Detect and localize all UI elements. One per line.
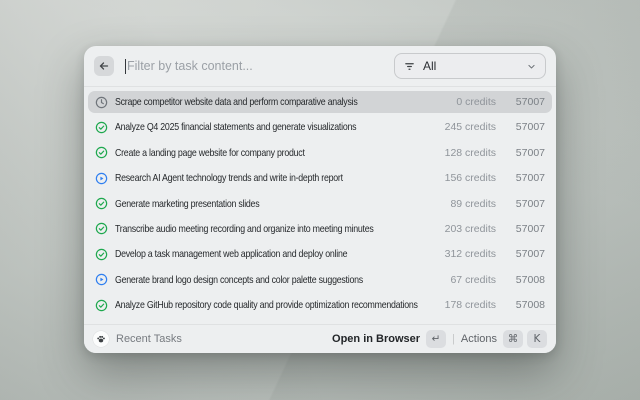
footer-actions: Open in Browser ↵ | Actions ⌘ K: [332, 330, 547, 348]
task-title: Generate brand logo design concepts and …: [115, 274, 443, 286]
search-input[interactable]: Filter by task content...: [122, 59, 386, 74]
check-circle-icon: [95, 146, 108, 159]
task-row[interactable]: Transcribe audio meeting recording and o…: [88, 218, 552, 240]
task-row[interactable]: Research AI Agent technology trends and …: [88, 167, 552, 189]
filter-icon: [404, 61, 415, 72]
task-id: 57007: [513, 223, 545, 235]
task-id: 57008: [513, 274, 545, 286]
filter-dropdown-value: All: [423, 59, 436, 73]
footer-context-label: Recent Tasks: [116, 333, 182, 345]
footer-divider: |: [452, 333, 455, 345]
task-credits: 156 credits: [445, 172, 496, 184]
paw-logo-icon: [96, 334, 106, 344]
task-credits: 128 credits: [445, 147, 496, 159]
task-credits: 178 credits: [445, 299, 496, 311]
task-id: 57007: [513, 121, 545, 133]
k-keycap: K: [527, 330, 547, 348]
task-title: Develop a task management web applicatio…: [115, 248, 438, 260]
task-row[interactable]: Analyze Q4 2025 financial statements and…: [88, 116, 552, 138]
task-credits: 89 credits: [450, 198, 496, 210]
task-title: Generate marketing presentation slides: [115, 198, 443, 210]
actions-button[interactable]: Actions ⌘ K: [461, 330, 547, 348]
chevron-down-icon: [527, 62, 536, 71]
task-id: 57008: [513, 299, 545, 311]
task-title: Scrape competitor website data and perfo…: [115, 96, 449, 108]
enter-keycap: ↵: [426, 330, 446, 348]
play-circle-icon: [95, 172, 108, 185]
app-logo-chip: [93, 331, 109, 347]
command-palette-window: Filter by task content... All Scrape com…: [84, 46, 556, 353]
task-credits: 245 credits: [445, 121, 496, 133]
task-credits: 312 credits: [445, 248, 496, 260]
actions-label: Actions: [461, 333, 497, 345]
check-circle-icon: [95, 248, 108, 261]
task-row[interactable]: Create a landing page website for compan…: [88, 142, 552, 164]
task-row[interactable]: Scrape competitor website data and perfo…: [88, 91, 552, 113]
task-title: Research AI Agent technology trends and …: [115, 172, 438, 184]
back-button[interactable]: [94, 56, 114, 76]
check-circle-icon: [95, 222, 108, 235]
task-id: 57007: [513, 172, 545, 184]
header: Filter by task content... All: [84, 46, 556, 87]
check-circle-icon: [95, 299, 108, 312]
task-title: Analyze GitHub repository code quality a…: [115, 299, 438, 311]
footer: Recent Tasks Open in Browser ↵ | Actions…: [84, 324, 556, 353]
filter-dropdown[interactable]: All: [394, 53, 546, 79]
cmd-keycap: ⌘: [503, 330, 523, 348]
open-in-browser-label: Open in Browser: [332, 333, 420, 345]
check-circle-icon: [95, 121, 108, 134]
check-circle-icon: [95, 197, 108, 210]
task-row[interactable]: Generate marketing presentation slides 8…: [88, 193, 552, 215]
play-circle-icon: [95, 273, 108, 286]
search-placeholder: Filter by task content...: [127, 59, 253, 73]
clock-icon: [95, 96, 108, 109]
task-title: Create a landing page website for compan…: [115, 147, 438, 159]
task-id: 57007: [513, 147, 545, 159]
open-in-browser-button[interactable]: Open in Browser ↵: [332, 330, 446, 348]
task-credits: 203 credits: [445, 223, 496, 235]
task-id: 57007: [513, 198, 545, 210]
task-credits: 0 credits: [456, 96, 496, 108]
task-title: Analyze Q4 2025 financial statements and…: [115, 121, 438, 133]
arrow-left-icon: [98, 60, 110, 72]
task-row[interactable]: Develop a task management web applicatio…: [88, 243, 552, 265]
task-title: Transcribe audio meeting recording and o…: [115, 223, 438, 235]
task-list: Scrape competitor website data and perfo…: [84, 87, 556, 324]
task-row[interactable]: Analyze GitHub repository code quality a…: [88, 294, 552, 316]
task-id: 57007: [513, 96, 545, 108]
task-row[interactable]: Generate brand logo design concepts and …: [88, 269, 552, 291]
task-credits: 67 credits: [450, 274, 496, 286]
task-id: 57007: [513, 248, 545, 260]
text-caret: [125, 59, 126, 74]
